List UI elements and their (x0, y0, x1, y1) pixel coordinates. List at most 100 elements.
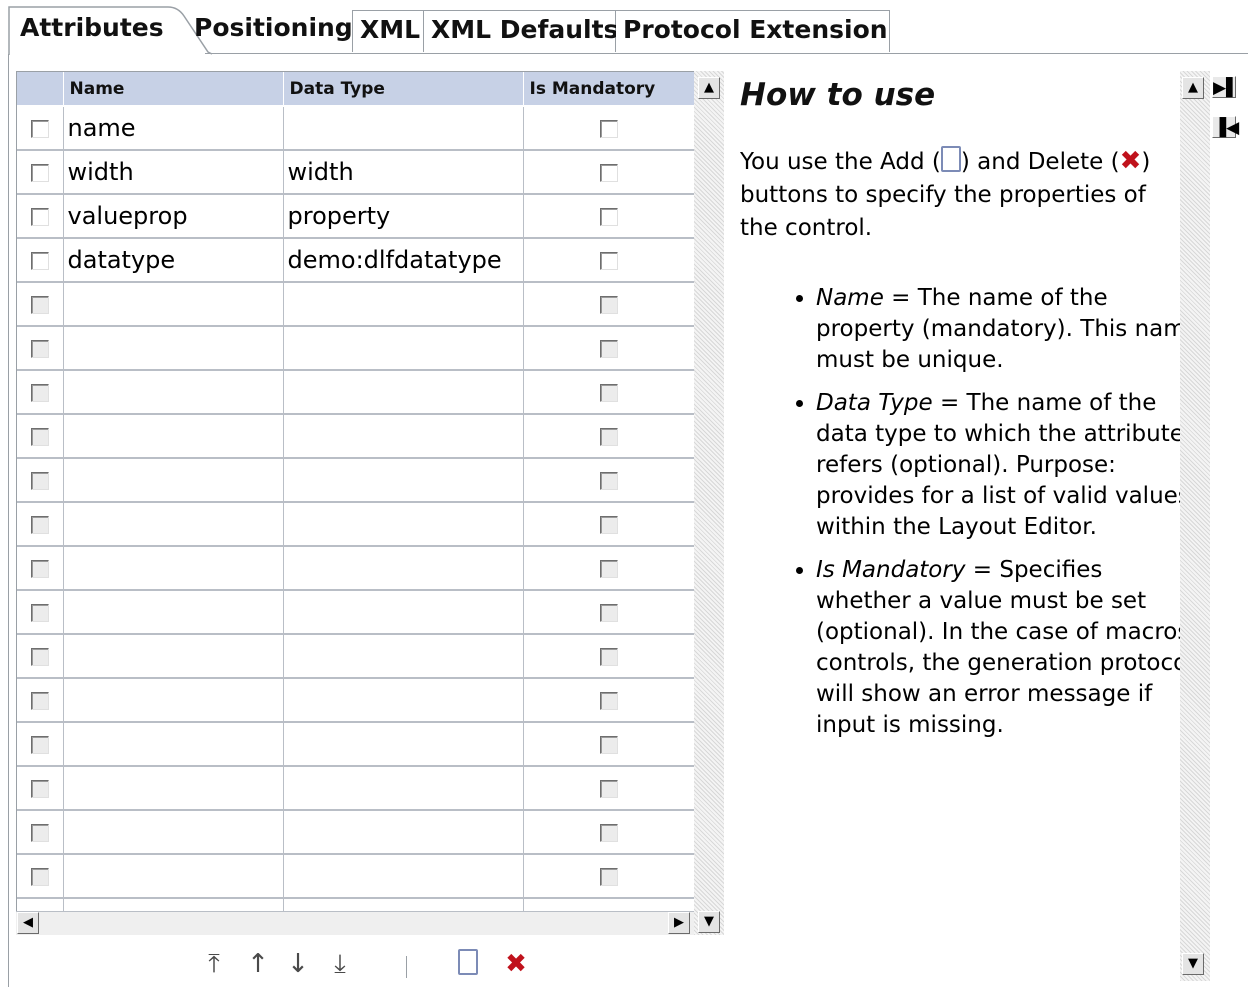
row-select-checkbox[interactable] (30, 780, 49, 798)
data-type-cell[interactable] (283, 546, 524, 591)
is-mandatory-checkbox[interactable] (600, 120, 618, 138)
name-cell[interactable] (63, 414, 284, 459)
data-type-cell[interactable] (283, 370, 524, 415)
scroll-up-button[interactable]: ▲ (698, 77, 720, 99)
is-mandatory-checkbox[interactable] (600, 296, 618, 314)
row-select-checkbox[interactable] (30, 384, 49, 402)
row-select-checkbox[interactable] (30, 560, 49, 578)
grid-horizontal-scrollbar[interactable]: ◀ ▶ (16, 911, 694, 935)
move-to-top-button[interactable]: ⤒ (200, 946, 228, 982)
data-type-cell[interactable] (283, 854, 524, 899)
name-cell[interactable] (63, 546, 284, 591)
tab-xml[interactable]: XML (352, 10, 424, 52)
row-select-checkbox[interactable] (30, 824, 49, 842)
name-cell[interactable] (63, 634, 284, 679)
name-cell[interactable] (63, 722, 284, 767)
is-mandatory-checkbox[interactable] (600, 472, 618, 490)
is-mandatory-checkbox[interactable] (600, 648, 618, 666)
help-description: = Specifies whether a value must be set … (816, 557, 1180, 738)
name-cell[interactable]: datatype (63, 238, 284, 283)
is-mandatory-checkbox[interactable] (600, 428, 618, 446)
collapse-help-button[interactable]: ▐◀ (1212, 116, 1239, 138)
data-type-cell[interactable] (283, 898, 524, 912)
name-cell[interactable]: width (63, 150, 284, 195)
tab-attributes[interactable]: Attributes (12, 6, 172, 54)
data-type-cell[interactable] (283, 326, 524, 371)
column-header-name[interactable]: Name (63, 72, 284, 107)
row-select-checkbox[interactable] (30, 164, 49, 182)
help-vertical-scrollbar[interactable]: ▲ ▼ (1180, 71, 1210, 981)
row-select-checkbox[interactable] (30, 120, 49, 138)
row-select-checkbox[interactable] (30, 340, 49, 358)
is-mandatory-checkbox[interactable] (600, 868, 618, 886)
column-header-data-type[interactable]: Data Type (283, 72, 524, 107)
tab-xml-defaults[interactable]: XML Defaults (424, 10, 618, 52)
data-type-cell[interactable] (283, 282, 524, 327)
row-select-checkbox[interactable] (30, 604, 49, 622)
data-type-cell[interactable] (283, 590, 524, 635)
name-cell[interactable] (63, 502, 284, 547)
data-type-cell[interactable] (283, 722, 524, 767)
is-mandatory-checkbox[interactable] (600, 824, 618, 842)
name-cell[interactable]: valueprop (63, 194, 284, 239)
is-mandatory-checkbox[interactable] (600, 340, 618, 358)
help-scroll-down-button[interactable]: ▼ (1182, 953, 1204, 975)
data-type-cell[interactable]: property (283, 194, 524, 239)
is-mandatory-checkbox[interactable] (600, 604, 618, 622)
grid-vertical-scrollbar[interactable]: ▲ ▼ (694, 71, 724, 935)
data-type-cell[interactable] (283, 414, 524, 459)
scroll-right-button[interactable]: ▶ (668, 912, 690, 934)
is-mandatory-checkbox[interactable] (600, 516, 618, 534)
row-select-checkbox[interactable] (30, 692, 49, 710)
name-cell[interactable] (63, 326, 284, 371)
scroll-left-button[interactable]: ◀ (17, 912, 39, 934)
move-down-button[interactable]: ↓ (284, 946, 312, 982)
row-select-checkbox[interactable] (30, 868, 49, 886)
name-cell[interactable] (63, 854, 284, 899)
name-cell[interactable] (63, 370, 284, 415)
is-mandatory-checkbox[interactable] (600, 780, 618, 798)
column-header-is-mandatory[interactable]: Is Mandatory (523, 72, 695, 107)
is-mandatory-checkbox[interactable] (600, 736, 618, 754)
help-scroll-up-button[interactable]: ▲ (1182, 77, 1204, 99)
row-select-checkbox[interactable] (30, 516, 49, 534)
delete-button[interactable]: ✖ (502, 946, 530, 982)
name-cell[interactable] (63, 810, 284, 855)
data-type-cell[interactable] (283, 502, 524, 547)
name-cell[interactable] (63, 458, 284, 503)
is-mandatory-checkbox[interactable] (600, 692, 618, 710)
data-type-cell[interactable]: width (283, 150, 524, 195)
row-select-checkbox[interactable] (30, 472, 49, 490)
is-mandatory-checkbox[interactable] (600, 164, 618, 182)
expand-help-button[interactable]: ▶▌ (1212, 76, 1239, 98)
is-mandatory-checkbox[interactable] (600, 560, 618, 578)
row-select-checkbox[interactable] (30, 208, 49, 226)
is-mandatory-checkbox[interactable] (600, 208, 618, 226)
is-mandatory-checkbox[interactable] (600, 252, 618, 270)
name-cell[interactable] (63, 282, 284, 327)
data-type-cell[interactable]: demo:dlfdatatype (283, 238, 524, 283)
row-select-checkbox[interactable] (30, 252, 49, 270)
add-button[interactable] (454, 946, 482, 982)
data-type-cell[interactable] (283, 766, 524, 811)
data-type-cell[interactable] (283, 634, 524, 679)
name-cell[interactable] (63, 766, 284, 811)
row-select-checkbox[interactable] (30, 736, 49, 754)
name-cell[interactable]: name (63, 106, 284, 151)
data-type-cell[interactable] (283, 458, 524, 503)
data-type-cell[interactable] (283, 678, 524, 723)
scroll-down-button[interactable]: ▼ (698, 911, 720, 933)
tab-protocol-extension[interactable]: Protocol Extension (616, 10, 890, 52)
row-select-checkbox[interactable] (30, 296, 49, 314)
row-select-checkbox[interactable] (30, 428, 49, 446)
data-type-cell[interactable] (283, 810, 524, 855)
tab-positioning[interactable]: Positioning (186, 6, 353, 54)
move-up-button[interactable]: ↑ (244, 946, 272, 982)
data-type-cell[interactable] (283, 106, 524, 151)
is-mandatory-checkbox[interactable] (600, 384, 618, 402)
name-cell[interactable] (63, 678, 284, 723)
name-cell[interactable] (63, 898, 284, 912)
row-select-checkbox[interactable] (30, 648, 49, 666)
move-to-bottom-button[interactable]: ⤓ (326, 946, 354, 982)
name-cell[interactable] (63, 590, 284, 635)
